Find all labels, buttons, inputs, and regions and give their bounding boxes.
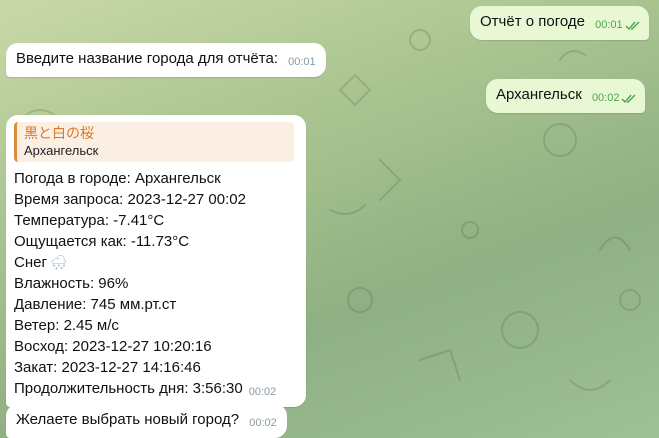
report-line: Погода в городе: Архангельск <box>14 170 221 187</box>
report-line: Давление: 745 мм.рт.ст <box>14 296 177 313</box>
condition-text: Снег <box>14 254 47 271</box>
message-time: 00:02 <box>248 386 277 398</box>
message-text: Введите название города для отчёта: <box>16 50 278 67</box>
message-text: Отчёт о погоде <box>480 13 585 30</box>
report-line: Время запроса: 2023-12-27 00:02 <box>14 191 246 208</box>
message-meta: 00:02 <box>592 89 638 108</box>
message-text: Желаете выбрать новый город? <box>16 411 240 428</box>
message-outgoing[interactable]: Отчёт о погоде 00:01 <box>470 6 649 40</box>
report-line: Температура: -7.41°C <box>14 212 165 229</box>
message-time: 00:01 <box>595 19 623 31</box>
report-line: Продолжительность дня: 3:56:30 <box>14 380 243 397</box>
report-line: Ощущается как: -11.73°C <box>14 233 190 250</box>
report-line-condition: Снег 🌨 <box>14 252 298 273</box>
report-line-last: Продолжительность дня: 3:56:30 00:02 <box>14 378 298 403</box>
reply-text: Архангельск <box>24 143 99 158</box>
snow-cloud-icon: 🌨 <box>49 254 68 270</box>
message-incoming[interactable]: Введите название города для отчёта: 00:0… <box>6 43 326 77</box>
weather-report-message[interactable]: 黒と白の桜 Архангельск Погода в городе: Архан… <box>6 115 306 407</box>
message-time: 00:02 <box>249 417 277 429</box>
reply-preview[interactable]: 黒と白の桜 Архангельск <box>14 122 294 162</box>
report-line: Закат: 2023-12-27 14:16:46 <box>14 359 201 376</box>
message-incoming[interactable]: Желаете выбрать новый город? 00:02 <box>6 404 287 438</box>
message-meta: 00:01 <box>595 16 641 35</box>
report-line: Ветер: 2.45 м/с <box>14 317 119 334</box>
report-line: Влажность: 96% <box>14 275 129 292</box>
double-check-icon <box>621 94 636 103</box>
message-outgoing[interactable]: Архангельск 00:02 <box>486 79 646 113</box>
message-time: 00:02 <box>591 92 620 104</box>
message-time: 00:01 <box>288 56 316 68</box>
report-line: Восход: 2023-12-27 10:20:16 <box>14 338 212 355</box>
reply-author: 黒と白の桜 <box>24 125 94 141</box>
message-text: Архангельск <box>496 86 582 103</box>
double-check-icon <box>625 21 640 30</box>
